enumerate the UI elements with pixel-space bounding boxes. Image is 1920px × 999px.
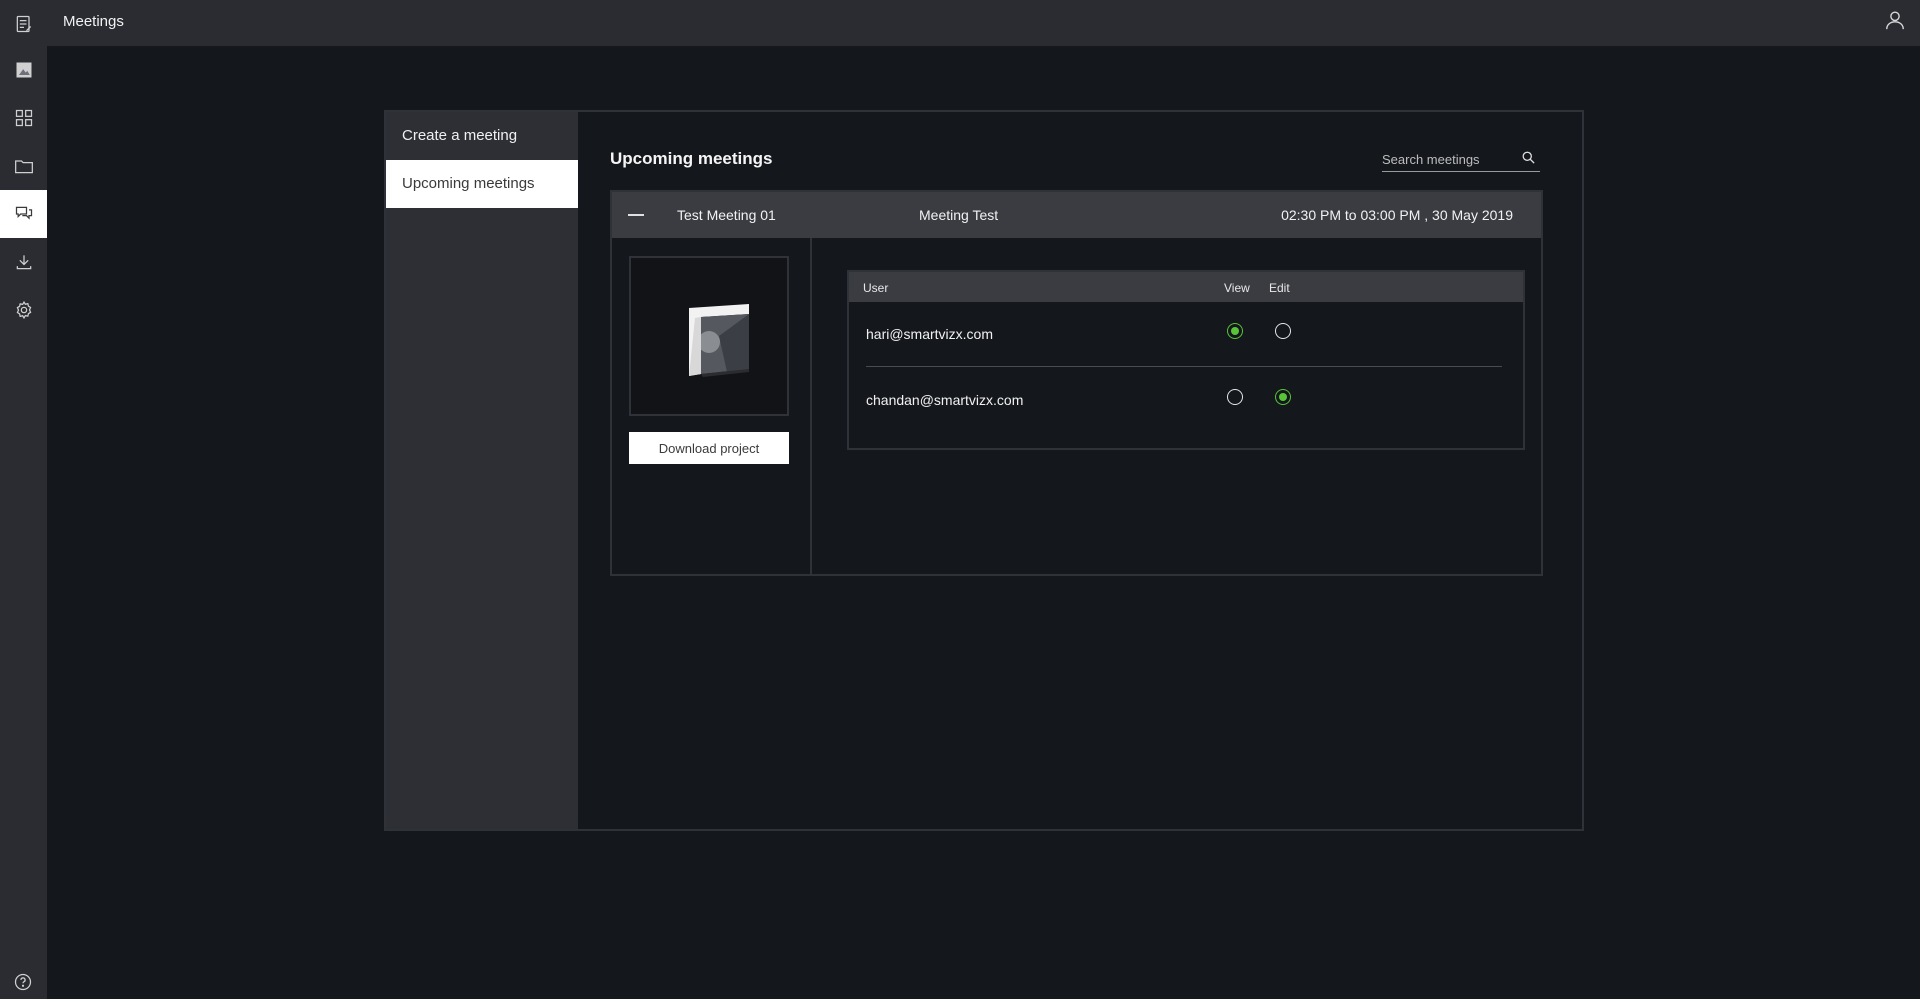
edit-radio[interactable] (1275, 323, 1291, 339)
meeting-description: Meeting Test (919, 207, 999, 223)
meetings-panel: Create a meeting Upcoming meetings Upcom… (384, 110, 1584, 831)
grid-icon (15, 109, 32, 127)
project-model-image (689, 304, 749, 377)
folder-icon (14, 160, 33, 174)
meeting-header[interactable]: Test Meeting 01 Meeting Test 02:30 PM to… (612, 192, 1541, 238)
edit-radio[interactable] (1275, 389, 1291, 405)
page-title: Upcoming meetings (610, 149, 773, 168)
table-row: chandan@smartvizx.com (849, 368, 1523, 434)
divider (810, 238, 812, 574)
rail-item-meetings[interactable] (0, 190, 47, 238)
search-input[interactable] (1382, 148, 1512, 170)
search-box (1382, 148, 1540, 172)
table-header: User View Edit (849, 272, 1523, 302)
column-header-edit: Edit (1269, 281, 1290, 295)
notes-icon (16, 15, 31, 33)
download-project-button[interactable]: Download project (629, 432, 789, 464)
meeting-name: Test Meeting 01 (677, 207, 776, 223)
view-radio[interactable] (1227, 323, 1243, 339)
row-divider (866, 366, 1502, 367)
gear-icon (16, 300, 31, 320)
meeting-time: 02:30 PM to 03:00 PM , 30 May 2019 (1281, 207, 1513, 223)
rail-item-settings[interactable] (0, 286, 47, 334)
rail-item-grid[interactable] (0, 94, 47, 142)
rail-item-image[interactable] (0, 46, 47, 94)
user-icon[interactable] (1884, 9, 1906, 31)
user-email: chandan@smartvizx.com (866, 392, 1024, 408)
participants-table: User View Edit hari@smartvizx.com chanda… (847, 270, 1525, 450)
meeting-card: Test Meeting 01 Meeting Test 02:30 PM to… (610, 190, 1543, 576)
chat-icon (15, 206, 32, 220)
app-title: Meetings (63, 13, 124, 30)
sidebar-item-create-meeting[interactable]: Create a meeting (386, 112, 578, 160)
sidebar-item-upcoming-meetings[interactable]: Upcoming meetings (386, 160, 578, 208)
column-header-view: View (1224, 281, 1250, 295)
rail-item-notes[interactable] (0, 0, 47, 48)
help-icon[interactable] (13, 972, 33, 992)
project-thumbnail (629, 256, 789, 416)
top-bar: Meetings (0, 0, 1920, 46)
view-radio[interactable] (1227, 389, 1243, 405)
collapse-icon[interactable] (628, 214, 644, 216)
rail-item-folder[interactable] (0, 142, 47, 190)
table-row: hari@smartvizx.com (849, 302, 1523, 368)
user-email: hari@smartvizx.com (866, 326, 994, 342)
image-icon (16, 62, 31, 78)
meetings-sidebar: Create a meeting Upcoming meetings (386, 112, 578, 829)
column-header-user: User (863, 281, 889, 295)
left-rail (0, 0, 47, 999)
search-icon[interactable] (1521, 150, 1536, 165)
rail-item-download[interactable] (0, 238, 47, 286)
download-icon (16, 255, 31, 270)
